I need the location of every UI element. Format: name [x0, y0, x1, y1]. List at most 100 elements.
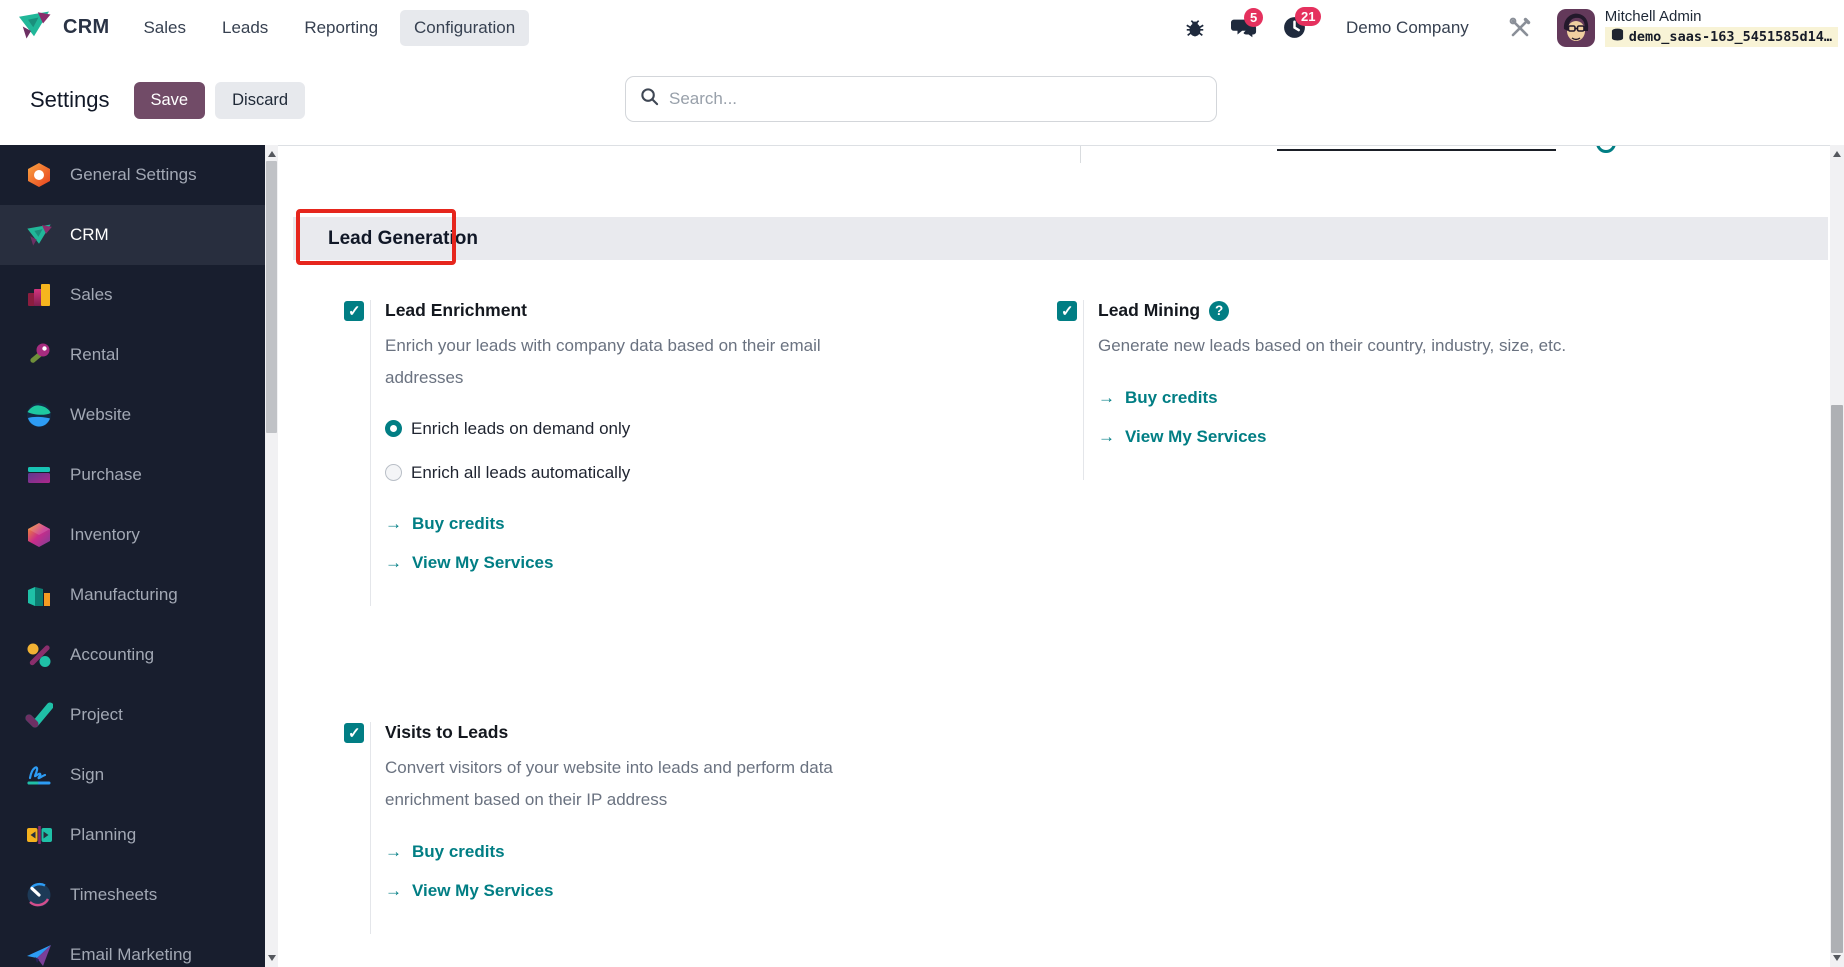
crm-icon: [27, 224, 52, 246]
sidebar-item-general-settings[interactable]: General Settings: [0, 145, 265, 205]
database-name: demo_saas-163_5451585d14…: [1628, 29, 1832, 45]
view-my-services-link[interactable]: → View My Services: [1098, 427, 1621, 447]
sidebar-item-label: Website: [70, 405, 132, 424]
top-navbar: CRM Sales Leads Reporting Configuration …: [0, 0, 1844, 55]
arrow-right-icon: →: [1098, 427, 1115, 446]
radio-label: Enrich all leads automatically: [411, 463, 631, 482]
scroll-up-arrow[interactable]: [1830, 147, 1844, 161]
user-name: Mitchell Admin: [1604, 8, 1702, 25]
avatar: [1556, 8, 1595, 47]
messages-count-badge: 5: [1243, 7, 1264, 27]
sidebar-item-rental[interactable]: Rental: [0, 325, 265, 385]
sidebar-item-label: Timesheets: [70, 885, 158, 904]
view-my-services-link[interactable]: → View My Services: [385, 881, 908, 901]
help-icon[interactable]: ?: [1209, 300, 1230, 321]
search-input[interactable]: [669, 89, 1202, 109]
radio-enrich-on-demand[interactable]: Enrich leads on demand only: [385, 414, 635, 444]
sidebar-item-label: CRM: [70, 225, 109, 244]
setting-description: Convert visitors of your website into le…: [385, 758, 833, 809]
sidebar-item-accounting[interactable]: Accounting: [0, 625, 265, 685]
buy-credits-link[interactable]: → Buy credits: [385, 842, 908, 862]
app-name: CRM: [63, 16, 110, 38]
debug-bug-icon[interactable]: [1184, 17, 1206, 39]
refresh-icon[interactable]: [1596, 146, 1620, 155]
setting-title: Lead Mining: [1098, 300, 1201, 320]
sidebar-item-email-marketing[interactable]: Email Marketing: [0, 925, 265, 967]
menu-leads[interactable]: Leads: [208, 10, 282, 46]
lead-enrichment-checkbox[interactable]: [344, 301, 364, 321]
settings-app-sidebar: General Settings CRM Sales Rental Websit…: [0, 145, 265, 967]
main-scrollbar-thumb[interactable]: [1831, 405, 1843, 953]
setting-title: Lead Enrichment: [385, 300, 527, 320]
enrichment-mode-radio-group: Enrich leads on demand only Enrich all l…: [385, 414, 880, 488]
sidebar-item-label: Planning: [70, 825, 137, 844]
user-info: Mitchell Admin demo_saas-163_5451585d14…: [1604, 8, 1838, 47]
scroll-down-arrow[interactable]: [1830, 951, 1844, 965]
radio-enrich-all-leads[interactable]: Enrich all leads automatically: [385, 458, 635, 488]
sign-icon: [27, 766, 51, 785]
menu-reporting[interactable]: Reporting: [290, 10, 392, 46]
sidebar-item-website[interactable]: Website: [0, 385, 265, 445]
menu-configuration[interactable]: Configuration: [400, 9, 530, 46]
lead-generation-section-header: Lead Generation: [293, 209, 1828, 265]
messages-icon[interactable]: 5: [1230, 7, 1264, 40]
timesheets-icon: [27, 882, 51, 907]
sidebar-item-label: Sales: [70, 285, 113, 304]
scroll-up-arrow[interactable]: [265, 147, 278, 161]
inventory-icon: [28, 523, 50, 547]
activities-clock-icon[interactable]: 21: [1282, 7, 1322, 40]
crm-app-logo-icon: [16, 9, 52, 46]
rental-icon: [30, 343, 50, 363]
main-scrollbar[interactable]: [1830, 145, 1844, 967]
lead-mining-checkbox[interactable]: [1057, 301, 1077, 321]
link-label: Buy credits: [412, 842, 505, 861]
save-button[interactable]: Save: [133, 81, 206, 119]
sidebar-item-sales[interactable]: Sales: [0, 265, 265, 325]
activities-count-badge: 21: [1294, 7, 1322, 26]
sidebar-item-sign[interactable]: Sign: [0, 745, 265, 805]
sales-icon: [28, 284, 50, 306]
sidebar-item-planning[interactable]: Planning: [0, 805, 265, 865]
accounting-icon: [27, 643, 51, 667]
sidebar-item-inventory[interactable]: Inventory: [0, 505, 265, 565]
main-menu: Sales Leads Reporting Configuration: [129, 9, 530, 46]
sidebar-item-purchase[interactable]: Purchase: [0, 445, 265, 505]
link-label: View My Services: [1125, 427, 1267, 446]
project-icon: [25, 702, 53, 728]
arrow-right-icon: →: [1098, 388, 1115, 407]
app-brand[interactable]: CRM: [16, 9, 109, 46]
link-label: View My Services: [412, 881, 554, 900]
buy-credits-link[interactable]: → Buy credits: [1098, 388, 1621, 408]
sidebar-item-label: Purchase: [70, 465, 142, 484]
sidebar-item-label: Sign: [70, 765, 105, 784]
sidebar-item-label: Manufacturing: [70, 585, 178, 604]
website-icon: [27, 403, 51, 427]
scroll-down-arrow[interactable]: [265, 951, 278, 965]
setting-lead-mining: Lead Mining ? Generate new leads based o…: [1057, 300, 1621, 480]
manufacturing-icon: [28, 587, 50, 606]
menu-sales[interactable]: Sales: [129, 10, 200, 46]
setting-lead-enrichment: Lead Enrichment Enrich your leads with c…: [344, 300, 880, 606]
link-label: Buy credits: [1125, 388, 1218, 407]
discard-button[interactable]: Discard: [215, 81, 306, 119]
company-switcher[interactable]: Demo Company: [1346, 18, 1469, 38]
sidebar-item-crm[interactable]: CRM: [0, 205, 265, 265]
tools-icon[interactable]: [1508, 16, 1532, 40]
sidebar-item-timesheets[interactable]: Timesheets: [0, 865, 265, 925]
visits-to-leads-checkbox[interactable]: [344, 723, 364, 743]
sidebar-item-project[interactable]: Project: [0, 685, 265, 745]
sidebar-item-label: General Settings: [70, 165, 197, 184]
user-menu[interactable]: Mitchell Admin demo_saas-163_5451585d14…: [1556, 8, 1838, 47]
sidebar-scrollbar-thumb[interactable]: [266, 161, 277, 433]
arrow-right-icon: →: [385, 514, 402, 533]
sidebar-item-manufacturing[interactable]: Manufacturing: [0, 565, 265, 625]
onboarding-highlight-box: [296, 209, 456, 265]
sidebar-scrollbar[interactable]: [265, 145, 278, 967]
previous-section-divider: [1080, 146, 1081, 163]
buy-credits-link[interactable]: → Buy credits: [385, 514, 880, 534]
arrow-right-icon: →: [385, 842, 402, 861]
link-label: Buy credits: [412, 514, 505, 533]
navbar-systray: 5 21 Demo Company Mitchell Admin demo_sa…: [1184, 7, 1838, 47]
settings-search[interactable]: [625, 76, 1217, 122]
view-my-services-link[interactable]: → View My Services: [385, 553, 880, 573]
